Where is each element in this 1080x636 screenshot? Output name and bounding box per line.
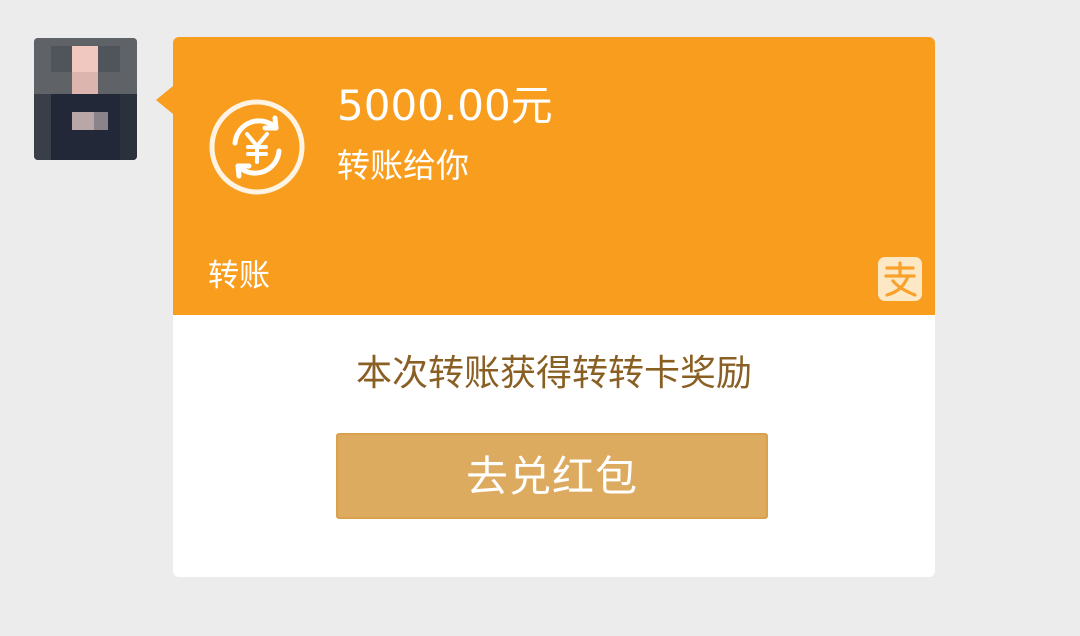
avatar-pixel-block [51,46,73,72]
transfer-description: 转账给你 [337,146,469,185]
transfer-message-card[interactable]: 5000.00元 转账给你 转账 本次转账获得转转卡奖励 去兑红包 [156,37,935,577]
alipay-logo-icon [878,257,922,301]
reward-message: 本次转账获得转转卡奖励 [355,353,752,394]
sender-avatar[interactable] [34,38,137,160]
chat-window: 5000.00元 转账给你 转账 本次转账获得转转卡奖励 去兑红包 [0,0,1080,636]
avatar-pixel-block [72,72,98,94]
avatar-pixel-block [34,94,51,160]
avatar-pixel-block [120,94,137,160]
avatar-pixel-block [94,112,108,130]
transfer-card-header[interactable]: 5000.00元 转账给你 转账 [173,37,935,315]
avatar-pixel-block [98,46,120,72]
transfer-reward-section: 本次转账获得转转卡奖励 去兑红包 [173,315,935,577]
transfer-amount: 5000.00元 [337,81,553,130]
redeem-red-envelope-button[interactable]: 去兑红包 [336,433,768,519]
transfer-type-label: 转账 [208,258,270,294]
avatar-pixel-block [72,46,98,72]
transfer-yuan-icon [209,99,305,195]
chat-bubble-tail [156,86,173,114]
avatar-pixel-block [72,112,94,130]
